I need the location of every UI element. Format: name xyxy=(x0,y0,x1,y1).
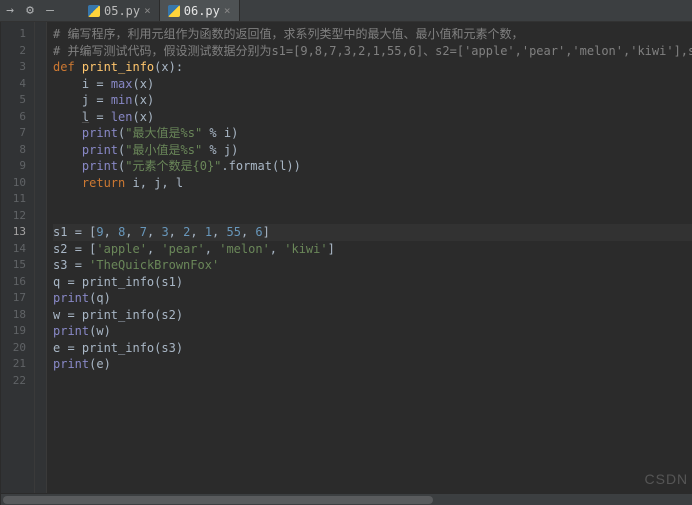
line-number: 5 xyxy=(1,92,26,109)
code-line[interactable]: print("元素个数是{0}".format(l)) xyxy=(53,158,692,175)
top-toolbar: → ⚙ — 05.py × 06.py × xyxy=(0,0,692,22)
line-number: 1 xyxy=(1,26,26,43)
code-line[interactable]: s2 = ['apple', 'pear', 'melon', 'kiwi'] xyxy=(53,241,692,258)
line-gutter: 12345678910111213141516171819202122 xyxy=(1,22,35,493)
code-line[interactable]: print("最小值是%s" % j) xyxy=(53,142,692,159)
line-number: 4 xyxy=(1,76,26,93)
tab-label: 06.py xyxy=(184,4,220,18)
code-line[interactable]: e = print_info(s3) xyxy=(53,340,692,357)
fold-column xyxy=(35,22,47,493)
line-number: 2 xyxy=(1,43,26,60)
code-line[interactable]: print("最大值是%s" % i) xyxy=(53,125,692,142)
code-line[interactable] xyxy=(53,208,692,225)
editor-tabs: 05.py × 06.py × xyxy=(80,0,240,21)
code-line[interactable]: # 并编写测试代码，假设测试数据分别为s1=[9,8,7,3,2,1,55,6]… xyxy=(53,43,692,60)
code-line[interactable]: print(e) xyxy=(53,356,692,373)
line-number: 7 xyxy=(1,125,26,142)
code-line[interactable]: q = print_info(s1) xyxy=(53,274,692,291)
line-number: 10 xyxy=(1,175,26,192)
code-editor[interactable]: 12345678910111213141516171819202122 # 编写… xyxy=(1,22,692,493)
line-number: 20 xyxy=(1,340,26,357)
python-icon xyxy=(168,5,180,17)
gear-icon[interactable]: ⚙ xyxy=(20,1,40,21)
line-number: 11 xyxy=(1,191,26,208)
line-number: 19 xyxy=(1,323,26,340)
line-number: 18 xyxy=(1,307,26,324)
code-line[interactable]: i = max(x) xyxy=(53,76,692,93)
close-icon[interactable]: × xyxy=(144,4,151,17)
tab-06-py[interactable]: 06.py × xyxy=(160,0,240,21)
code-line[interactable]: def print_info(x): xyxy=(53,59,692,76)
python-icon xyxy=(88,5,100,17)
code-line[interactable]: w = print_info(s2) xyxy=(53,307,692,324)
line-number: 9 xyxy=(1,158,26,175)
code-line[interactable]: return i, j, l xyxy=(53,175,692,192)
code-line[interactable]: print(w) xyxy=(53,323,692,340)
horizontal-scroll-thumb[interactable] xyxy=(3,496,433,504)
code-line[interactable]: l = len(x) xyxy=(53,109,692,126)
close-icon[interactable]: × xyxy=(224,4,231,17)
menu-icon[interactable]: — xyxy=(40,1,60,21)
line-number: 21 xyxy=(1,356,26,373)
line-number: 12 xyxy=(1,208,26,225)
code-line[interactable] xyxy=(53,373,692,390)
code-line[interactable]: s3 = 'TheQuickBrownFox' xyxy=(53,257,692,274)
line-number: 3 xyxy=(1,59,26,76)
line-number: 22 xyxy=(1,373,26,390)
line-number: 13 xyxy=(1,224,26,241)
line-number: 15 xyxy=(1,257,26,274)
line-number: 16 xyxy=(1,274,26,291)
tab-label: 05.py xyxy=(104,4,140,18)
line-number: 14 xyxy=(1,241,26,258)
line-number: 6 xyxy=(1,109,26,126)
code-line[interactable]: s1 = [9, 8, 7, 3, 2, 1, 55, 6] xyxy=(53,224,692,241)
horizontal-scrollbar[interactable] xyxy=(1,493,692,505)
arrow-right-icon[interactable]: → xyxy=(0,1,20,21)
line-number: 8 xyxy=(1,142,26,159)
code-line[interactable] xyxy=(53,191,692,208)
code-line[interactable]: j = min(x) xyxy=(53,92,692,109)
tab-05-py[interactable]: 05.py × xyxy=(80,0,160,21)
code-line[interactable]: # 编写程序，利用元组作为函数的返回值，求系列类型中的最大值、最小值和元素个数， xyxy=(53,26,692,43)
line-number: 17 xyxy=(1,290,26,307)
code-area[interactable]: # 编写程序，利用元组作为函数的返回值，求系列类型中的最大值、最小值和元素个数，… xyxy=(47,22,692,493)
code-line[interactable]: print(q) xyxy=(53,290,692,307)
